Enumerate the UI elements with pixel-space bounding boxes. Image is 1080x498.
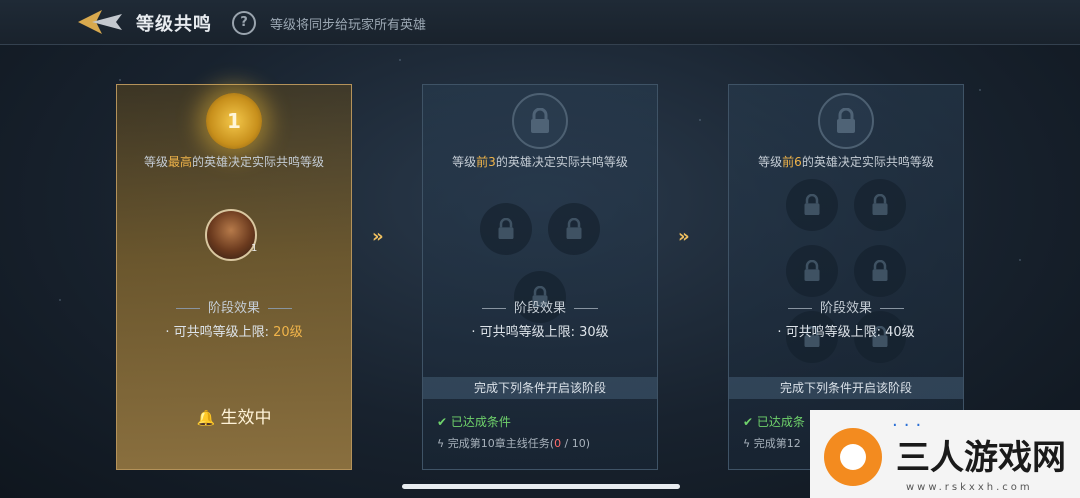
stage-badge: 1 bbox=[206, 93, 262, 149]
effect-line: · 可共鸣等级上限: 30级 bbox=[423, 321, 657, 340]
lock-icon bbox=[872, 260, 888, 281]
stage-card-2[interactable]: 等级前3的英雄决定实际共鸣等级 阶段效果 · 可共鸣等级上限: 30级 完成下列… bbox=[422, 84, 658, 470]
arrow-icon: » bbox=[372, 226, 383, 247]
arrow-icon: » bbox=[678, 226, 689, 247]
watermark-overlay: ... 三人游戏网 www.rskxxh.com bbox=[810, 410, 1080, 498]
condition-title: 完成下列条件开启该阶段 bbox=[729, 377, 963, 399]
effect-line: · 可共鸣等级上限: 20级 bbox=[117, 321, 351, 340]
task-current: 0 bbox=[554, 437, 562, 450]
desc-suffix: 的英雄决定实际共鸣等级 bbox=[192, 155, 325, 169]
condition-task: ϟ 完成第12 bbox=[743, 435, 801, 451]
effect-label: · 可共鸣等级上限: bbox=[471, 325, 575, 340]
hero-level: 1 bbox=[251, 243, 258, 254]
page-subtitle: 等级将同步给玩家所有英雄 bbox=[270, 18, 427, 33]
locked-slot bbox=[854, 245, 906, 297]
bell-icon: 🔔 bbox=[196, 409, 216, 427]
effect-value: 20级 bbox=[273, 325, 303, 340]
effect-value: 40级 bbox=[885, 325, 915, 340]
effect-label: · 可共鸣等级上限: bbox=[165, 325, 269, 340]
effect-value: 30级 bbox=[579, 325, 609, 340]
back-arrow-icon[interactable] bbox=[72, 6, 128, 38]
locked-slot bbox=[786, 179, 838, 231]
bolt-icon: ϟ bbox=[743, 437, 751, 450]
stage-card-1[interactable]: 1 等级最高的英雄决定实际共鸣等级 1 阶段效果 · 可共鸣等级上限: 20级 … bbox=[116, 84, 352, 470]
lock-icon bbox=[498, 218, 514, 239]
locked-slot bbox=[854, 179, 906, 231]
watermark-logo-icon bbox=[824, 428, 882, 486]
condition-title: 完成下列条件开启该阶段 bbox=[423, 377, 657, 399]
stage-description: 等级前3的英雄决定实际共鸣等级 bbox=[423, 153, 657, 170]
task-label: 完成第12 bbox=[753, 437, 801, 450]
lock-icon bbox=[837, 108, 855, 133]
task-total: / 10) bbox=[561, 437, 591, 450]
desc-highlight: 前6 bbox=[782, 155, 802, 169]
desc-prefix: 等级 bbox=[143, 155, 168, 169]
lock-icon bbox=[804, 260, 820, 281]
desc-highlight: 最高 bbox=[167, 155, 192, 169]
desc-suffix: 的英雄决定实际共鸣等级 bbox=[801, 155, 934, 169]
active-status: 🔔 生效中 bbox=[117, 403, 351, 428]
watermark-text: 三人游戏网 bbox=[896, 438, 1066, 478]
desc-highlight: 前3 bbox=[476, 155, 496, 169]
effect-title: 阶段效果 bbox=[423, 297, 657, 316]
desc-suffix: 的英雄决定实际共鸣等级 bbox=[495, 155, 628, 169]
lock-icon bbox=[804, 194, 820, 215]
effect-label: · 可共鸣等级上限: bbox=[777, 325, 881, 340]
effect-title: 阶段效果 bbox=[117, 297, 351, 316]
desc-prefix: 等级 bbox=[452, 155, 477, 169]
stage-description: 等级前6的英雄决定实际共鸣等级 bbox=[729, 153, 963, 170]
lock-icon bbox=[872, 194, 888, 215]
condition-task: ϟ 完成第10章主线任务(0 / 10) bbox=[437, 435, 590, 451]
stage-lock-badge bbox=[512, 93, 568, 149]
locked-slot bbox=[548, 203, 600, 255]
locked-slot bbox=[786, 245, 838, 297]
stage-badge-number: 1 bbox=[227, 109, 241, 133]
task-label: 完成第10章主线任务( bbox=[447, 437, 555, 450]
hero-avatar[interactable] bbox=[205, 209, 257, 261]
stage-description: 等级最高的英雄决定实际共鸣等级 bbox=[117, 153, 351, 170]
locked-slot bbox=[480, 203, 532, 255]
active-status-label: 生效中 bbox=[220, 408, 272, 428]
home-indicator[interactable] bbox=[402, 484, 680, 489]
watermark-url: www.rskxxh.com bbox=[906, 482, 1033, 493]
effect-line: · 可共鸣等级上限: 40级 bbox=[729, 321, 963, 340]
effect-title: 阶段效果 bbox=[729, 297, 963, 316]
lock-icon bbox=[531, 108, 549, 133]
header-bar: 等级共鸣 ? 等级将同步给玩家所有英雄 bbox=[0, 0, 1080, 45]
watermark-top: ... bbox=[892, 410, 928, 431]
page-title: 等级共鸣 bbox=[136, 14, 212, 35]
stage-lock-badge bbox=[818, 93, 874, 149]
bolt-icon: ϟ bbox=[437, 437, 445, 450]
desc-prefix: 等级 bbox=[758, 155, 783, 169]
condition-ok: ✔ 已达成条件 bbox=[437, 415, 511, 429]
lock-icon bbox=[566, 218, 582, 239]
condition-ok: ✔ 已达成条 bbox=[743, 415, 805, 429]
help-icon[interactable]: ? bbox=[232, 11, 256, 35]
